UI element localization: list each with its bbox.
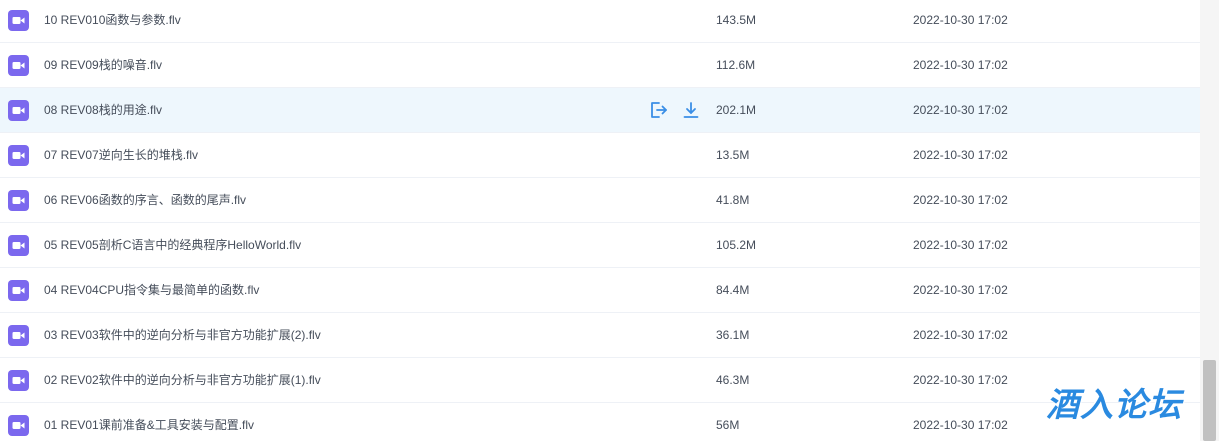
file-name[interactable]: 10 REV010函数与参数.flv <box>44 0 181 43</box>
file-row[interactable]: 08 REV08栈的用途.flv 202.1M 2022-10-30 17:02 <box>0 88 1200 133</box>
file-list: 10 REV010函数与参数.flv 143.5M 2022-10-30 17:02… <box>0 0 1200 441</box>
file-name[interactable]: 06 REV06函数的序言、函数的尾声.flv <box>44 178 246 223</box>
video-file-icon <box>8 10 29 31</box>
file-row[interactable]: 03 REV03软件中的逆向分析与非官方功能扩展(2).flv 36.1M 2022… <box>0 313 1200 358</box>
file-size: 36.1M <box>716 328 750 342</box>
file-size: 13.5M <box>716 148 750 162</box>
video-file-icon <box>8 280 29 301</box>
file-name[interactable]: 09 REV09栈的噪音.flv <box>44 43 162 88</box>
file-size: 56M <box>716 418 740 432</box>
file-size: 41.8M <box>716 193 750 207</box>
file-modified-date: 2022-10-30 17:02 <box>913 373 1008 387</box>
video-file-icon <box>8 100 29 121</box>
video-file-icon <box>8 145 29 166</box>
file-modified-date: 2022-10-30 17:02 <box>913 193 1008 207</box>
file-row[interactable]: 09 REV09栈的噪音.flv 112.6M 2022-10-30 17:02 <box>0 43 1200 88</box>
file-row[interactable]: 02 REV02软件中的逆向分析与非官方功能扩展(1).flv 46.3M 2022… <box>0 358 1200 403</box>
file-size: 143.5M <box>716 13 757 27</box>
file-name[interactable]: 08 REV08栈的用途.flv <box>44 88 162 133</box>
file-modified-date: 2022-10-30 17:02 <box>913 283 1008 297</box>
scrollbar-thumb[interactable] <box>1203 360 1216 441</box>
file-row[interactable]: 07 REV07逆向生长的堆栈.flv 13.5M 2022-10-30 17:02 <box>0 133 1200 178</box>
file-modified-date: 2022-10-30 17:02 <box>913 148 1008 162</box>
file-name[interactable]: 01 REV01课前准备&工具安装与配置.flv <box>44 403 254 441</box>
video-file-icon <box>8 325 29 346</box>
file-name[interactable]: 03 REV03软件中的逆向分析与非官方功能扩展(2).flv <box>44 313 321 358</box>
file-modified-date: 2022-10-30 17:02 <box>913 58 1008 72</box>
file-name[interactable]: 02 REV02软件中的逆向分析与非官方功能扩展(1).flv <box>44 358 321 403</box>
download-icon[interactable] <box>681 100 701 120</box>
file-size: 112.6M <box>716 58 756 72</box>
video-file-icon <box>8 415 29 436</box>
video-file-icon <box>8 190 29 211</box>
video-file-icon <box>8 235 29 256</box>
file-size: 202.1M <box>716 103 757 117</box>
file-row[interactable]: 05 REV05剖析C语言中的经典程序HelloWorld.flv 105.2M 2… <box>0 223 1200 268</box>
file-name[interactable]: 04 REV04CPU指令集与最简单的函数.flv <box>44 268 259 313</box>
vertical-scrollbar[interactable] <box>1200 0 1219 441</box>
file-modified-date: 2022-10-30 17:02 <box>913 13 1008 27</box>
file-row[interactable]: 01 REV01课前准备&工具安装与配置.flv 56M 2022-10-30 17… <box>0 403 1200 441</box>
file-size: 84.4M <box>716 283 750 297</box>
file-row[interactable]: 10 REV010函数与参数.flv 143.5M 2022-10-30 17:02 <box>0 0 1200 43</box>
file-modified-date: 2022-10-30 17:02 <box>913 418 1008 432</box>
file-row[interactable]: 04 REV04CPU指令集与最简单的函数.flv 84.4M 2022-10-30… <box>0 268 1200 313</box>
video-file-icon <box>8 370 29 391</box>
video-file-icon <box>8 55 29 76</box>
file-row[interactable]: 06 REV06函数的序言、函数的尾声.flv 41.8M 2022-10-30 1… <box>0 178 1200 223</box>
file-modified-date: 2022-10-30 17:02 <box>913 328 1008 342</box>
file-modified-date: 2022-10-30 17:02 <box>913 238 1008 252</box>
share-icon[interactable] <box>648 100 668 120</box>
file-name[interactable]: 05 REV05剖析C语言中的经典程序HelloWorld.flv <box>44 223 301 268</box>
file-size: 105.2M <box>716 238 757 252</box>
file-modified-date: 2022-10-30 17:02 <box>913 103 1008 117</box>
file-size: 46.3M <box>716 373 750 387</box>
file-name[interactable]: 07 REV07逆向生长的堆栈.flv <box>44 133 198 178</box>
